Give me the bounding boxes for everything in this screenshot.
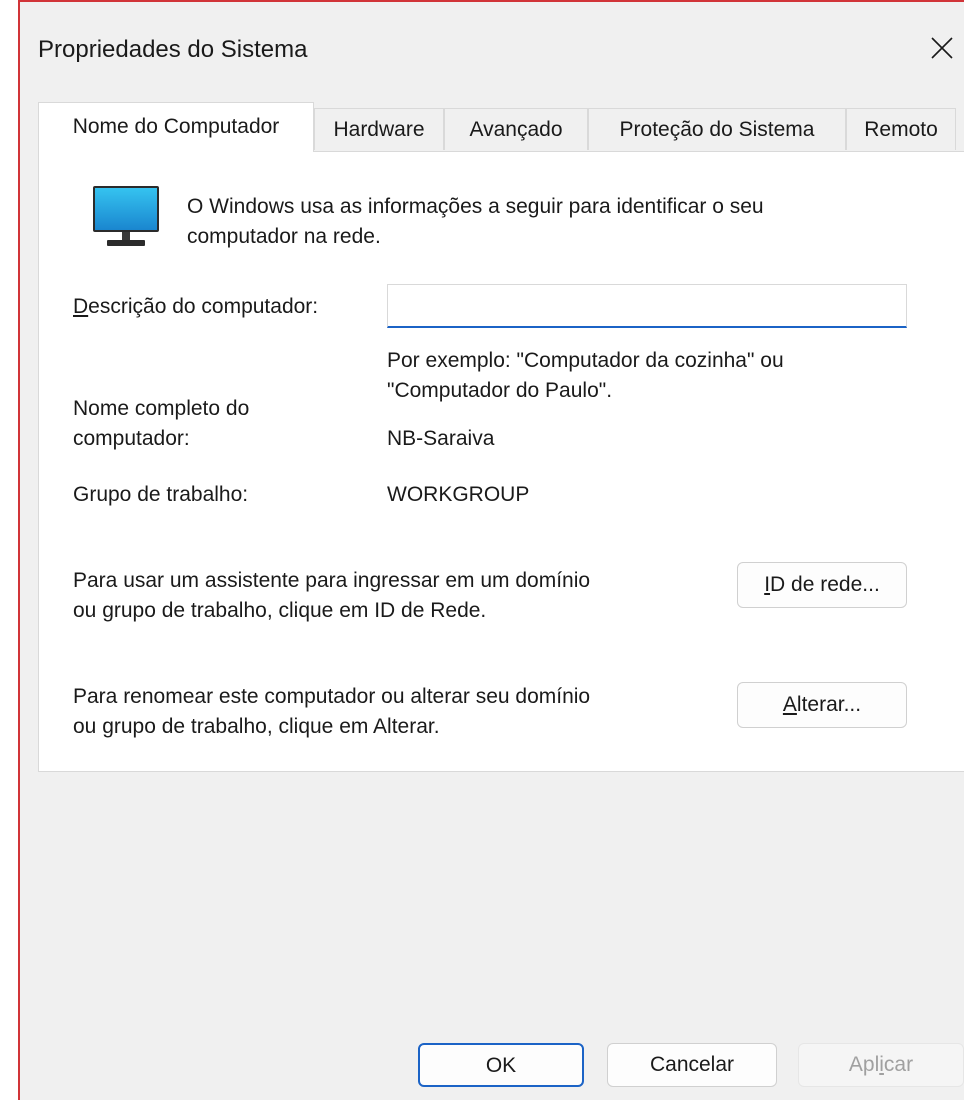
tab-hardware[interactable]: Hardware — [314, 108, 444, 150]
tab-avancado[interactable]: Avançado — [444, 108, 588, 150]
apply-text-pre: Apl — [848, 1053, 880, 1076]
rename-description: Para renomear este computador ou alterar… — [73, 682, 590, 742]
workgroup-value: WORKGROUP — [387, 483, 530, 506]
full-name-label: Nome completo do computador: — [73, 394, 249, 454]
close-button[interactable] — [920, 22, 964, 70]
network-id-button-text: D de rede... — [770, 573, 880, 596]
tab-strip: Nome do Computador Hardware Avançado Pro… — [38, 102, 958, 152]
description-hint-line-1: Por exemplo: "Computador da cozinha" ou — [387, 349, 784, 372]
description-hint-line-2: "Computador do Paulo". — [387, 379, 613, 402]
description-label-accesskey: D — [73, 295, 89, 318]
network-id-button[interactable]: ID de rede... — [737, 562, 907, 608]
description-hint: Por exemplo: "Computador da cozinha" ou … — [387, 346, 784, 406]
network-id-line-2: ou grupo de trabalho, clique em ID de Re… — [73, 599, 487, 622]
tab-nome-do-computador[interactable]: Nome do Computador — [38, 102, 314, 152]
system-properties-window: Propriedades do Sistema Nome do Computad… — [18, 0, 964, 1100]
description-label-text: escrição do computador: — [88, 295, 319, 318]
full-name-label-line-1: Nome completo do — [73, 397, 250, 420]
change-button[interactable]: Alterar... — [737, 682, 907, 728]
workgroup-label: Grupo de trabalho: — [73, 483, 249, 506]
full-name-value: NB-Saraiva — [387, 427, 495, 450]
window-title: Propriedades do Sistema — [38, 36, 308, 63]
rename-line-1: Para renomear este computador ou alterar… — [73, 685, 591, 708]
full-name-label-line-2: computador: — [73, 427, 190, 450]
apply-button[interactable]: Aplicar — [798, 1043, 964, 1087]
title-bar: Propriedades do Sistema — [20, 2, 964, 98]
description-label: Descrição do computador: — [73, 292, 318, 322]
tab-protecao-do-sistema[interactable]: Proteção do Sistema — [588, 108, 846, 150]
intro-line-2: computador na rede. — [187, 225, 381, 248]
apply-text-post: car — [883, 1053, 914, 1076]
ok-button[interactable]: OK — [418, 1043, 584, 1087]
computer-description-input[interactable] — [387, 284, 907, 328]
change-accesskey: A — [782, 693, 797, 716]
computer-name-panel: O Windows usa as informações a seguir pa… — [38, 151, 964, 772]
computer-monitor-icon — [93, 186, 159, 246]
tab-remoto[interactable]: Remoto — [846, 108, 956, 150]
intro-text: O Windows usa as informações a seguir pa… — [187, 192, 887, 252]
intro-line-1: O Windows usa as informações a seguir pa… — [187, 195, 764, 218]
close-icon — [931, 37, 953, 59]
change-button-text: lterar... — [796, 693, 862, 716]
cancel-button[interactable]: Cancelar — [607, 1043, 777, 1087]
rename-line-2: ou grupo de trabalho, clique em Alterar. — [73, 715, 440, 738]
network-id-line-1: Para usar um assistente para ingressar e… — [73, 569, 591, 592]
network-id-description: Para usar um assistente para ingressar e… — [73, 566, 590, 626]
